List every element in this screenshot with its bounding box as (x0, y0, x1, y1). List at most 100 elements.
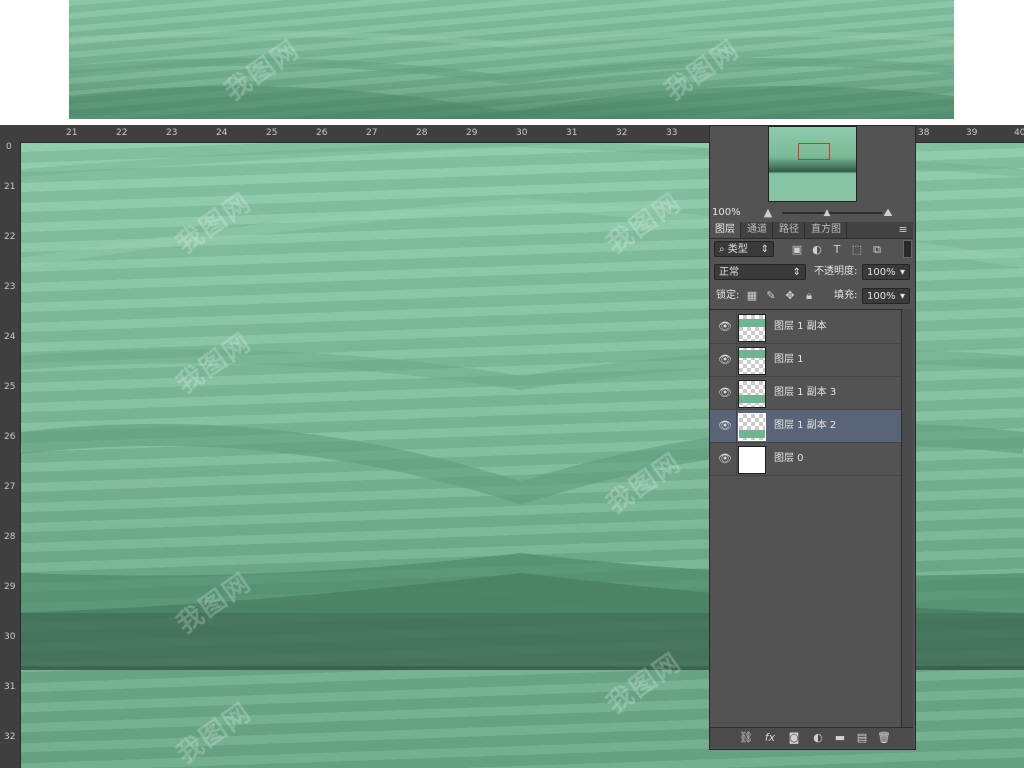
ruler-tick: 21 (4, 182, 16, 192)
layers-footer: ⛓ fx ◙ ◐ ▬ ▤ 🗑︎ (710, 727, 913, 748)
ruler-tick: 27 (366, 128, 378, 138)
opacity-value: 100% (867, 267, 896, 278)
ruler-tick: 25 (266, 128, 278, 138)
ruler-tick: 23 (4, 282, 16, 292)
layer-thumbnail (738, 314, 766, 342)
layer-row[interactable]: 👁︎ 图层 0 (710, 443, 901, 476)
ruler-tick: 31 (566, 128, 578, 138)
ruler-tick: 31 (4, 682, 16, 692)
ruler-tick: 28 (4, 532, 16, 542)
lock-all-icon[interactable]: 🔒︎ (802, 289, 816, 303)
ruler-tick: 32 (616, 128, 628, 138)
ruler-tick: 24 (4, 332, 16, 342)
trash-icon[interactable]: 🗑︎ (876, 731, 892, 745)
ruler-tick: 21 (66, 128, 78, 138)
smart-object-filter-icon[interactable]: ⧉ (870, 243, 884, 257)
mask-icon[interactable]: ◙ (786, 731, 802, 745)
shape-filter-icon[interactable]: ⬚ (850, 243, 864, 257)
lock-label: 锁定: (716, 290, 740, 301)
opacity-input[interactable]: 100% ▾ (862, 264, 910, 280)
search-icon: ⌕ (719, 244, 725, 255)
fill-value: 100% (867, 291, 896, 302)
ruler-tick: 23 (166, 128, 178, 138)
ruler-tick: 39 (966, 128, 978, 138)
lock-pixels-brush-icon[interactable]: ✎ (764, 289, 778, 303)
group-folder-icon[interactable]: ▬ (832, 731, 848, 745)
tab-channels[interactable]: 通道 (742, 222, 773, 238)
ruler-tick: 25 (4, 382, 16, 392)
fill-input[interactable]: 100% ▾ (862, 288, 910, 304)
vertical-ruler[interactable]: 0 21 22 23 24 25 26 27 28 29 30 31 32 (0, 142, 21, 768)
adjustment-icon[interactable]: ◐ (810, 731, 826, 745)
ruler-tick: 30 (516, 128, 528, 138)
layer-name[interactable]: 图层 1 副本 3 (774, 385, 836, 401)
divider (736, 377, 737, 409)
chevron-down-icon: ▾ (899, 267, 905, 278)
filter-toggle[interactable] (903, 240, 912, 258)
blend-mode-value: 正常 (719, 267, 739, 278)
ruler-tick: 30 (4, 632, 16, 642)
layer-row[interactable]: 👁︎ 图层 1 副本 (710, 311, 901, 344)
ruler-tick: 38 (918, 128, 930, 138)
navigator-thumbnail[interactable] (768, 126, 857, 202)
ruler-tick: 40 (1014, 128, 1024, 138)
layers-scrollbar[interactable] (901, 309, 913, 727)
layer-row-selected[interactable]: 👁︎ 图层 1 副本 2 (710, 410, 901, 443)
ruler-tick: 28 (416, 128, 428, 138)
divider (736, 443, 737, 475)
chevron-down-icon: ⇕ (792, 267, 801, 278)
new-layer-icon[interactable]: ▤ (854, 731, 870, 745)
lock-position-move-icon[interactable]: ✥ (783, 289, 797, 303)
layer-thumbnail (738, 446, 766, 474)
chevron-down-icon: ⇕ (760, 244, 769, 255)
zoom-in-icon[interactable]: ⛰ (878, 206, 898, 220)
navigator-view-box[interactable] (798, 143, 830, 160)
layer-name[interactable]: 图层 1 副本 2 (774, 418, 836, 434)
layer-row[interactable]: 👁︎ 图层 1 (710, 344, 901, 377)
lock-transparency-icon[interactable]: ▦ (745, 289, 759, 303)
ruler-tick: 27 (4, 482, 16, 492)
top-preview-image: 我图网 我图网 (69, 0, 954, 119)
blend-mode-select[interactable]: 正常 ⇕ (714, 264, 806, 280)
tab-paths[interactable]: 路径 (774, 222, 805, 238)
layer-thumbnail (738, 347, 766, 375)
layer-name[interactable]: 图层 1 (774, 352, 804, 368)
filter-kind-select[interactable]: ⌕ 类型 ⇕ (714, 241, 774, 257)
eye-icon[interactable]: 👁︎ (718, 387, 732, 399)
tab-histogram[interactable]: 直方图 (806, 222, 847, 238)
ruler-tick: 0 (6, 142, 12, 152)
pixel-filter-icon[interactable]: ▣ (790, 243, 804, 257)
eye-icon[interactable]: 👁︎ (718, 420, 732, 432)
zoom-slider-handle[interactable]: ▲ (822, 206, 832, 220)
eye-icon[interactable]: 👁︎ (718, 354, 732, 366)
layer-thumbnail (738, 413, 766, 441)
zoom-value[interactable]: 100% (712, 205, 741, 221)
fx-icon[interactable]: fx (762, 731, 778, 745)
fill-label: 填充: (834, 290, 858, 301)
type-filter-icon[interactable]: T (830, 243, 844, 257)
panel-menu-icon[interactable]: ≡ (896, 223, 910, 237)
eye-icon[interactable]: 👁︎ (718, 453, 732, 465)
panel-tabs: 图层 通道 路径 直方图 ≡ (710, 222, 913, 239)
zoom-slider[interactable] (782, 212, 882, 214)
ruler-tick: 22 (4, 232, 16, 242)
tab-layers[interactable]: 图层 (710, 222, 741, 238)
link-icon[interactable]: ⛓ (738, 731, 754, 745)
zoom-out-icon[interactable]: ▲ (762, 206, 774, 220)
divider (736, 344, 737, 376)
layer-name[interactable]: 图层 0 (774, 451, 804, 467)
ruler-tick: 26 (4, 432, 16, 442)
ruler-tick: 26 (316, 128, 328, 138)
adjustment-filter-icon[interactable]: ◐ (810, 243, 824, 257)
layer-thumbnail (738, 380, 766, 408)
eye-icon[interactable]: 👁︎ (718, 321, 732, 333)
divider (736, 311, 737, 343)
ruler-tick: 32 (4, 732, 16, 742)
layer-row[interactable]: 👁︎ 图层 1 副本 3 (710, 377, 901, 410)
layer-name[interactable]: 图层 1 副本 (774, 319, 827, 335)
navigator-zoom-row: 100% ▲ ▲ ⛰ (710, 205, 913, 221)
filter-kind-label: 类型 (727, 244, 748, 255)
opacity-label: 不透明度: (814, 266, 858, 277)
ruler-tick: 29 (4, 582, 16, 592)
divider (736, 410, 737, 442)
